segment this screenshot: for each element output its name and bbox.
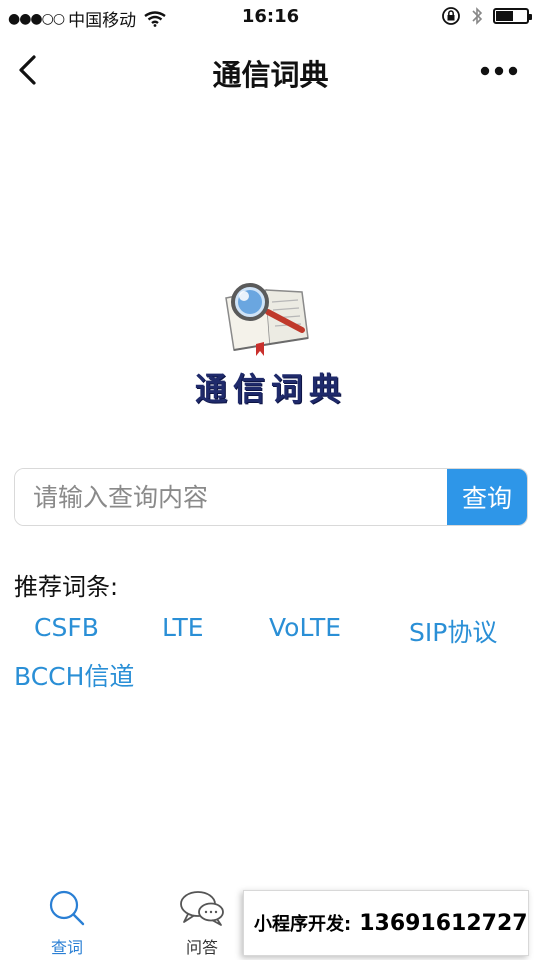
recommended-term-link[interactable]: LTE [162, 613, 204, 642]
recommended-term-link[interactable]: SIP协议 [409, 613, 497, 649]
search-box: 查询 [14, 468, 528, 526]
battery-level [496, 11, 513, 21]
search-button[interactable]: 查询 [447, 469, 527, 525]
search-icon [49, 890, 85, 926]
tab-query[interactable]: 查词 [22, 888, 112, 958]
recommended-heading: 推荐词条: [14, 573, 119, 601]
tab-qa-label: 问答 [185, 938, 218, 957]
bluetooth-icon [472, 7, 483, 25]
navigation-bar: 通信词典 [0, 36, 541, 106]
tab-qa[interactable]: 问答 [157, 888, 247, 958]
recommended-term-link[interactable]: VoLTE [269, 613, 341, 642]
status-right [441, 6, 532, 26]
battery-icon [493, 8, 532, 24]
logo-text: 通信词典 [194, 370, 347, 408]
status-bar: ●●●○○ 中国移动 16:16 [0, 0, 541, 36]
chat-bubbles-icon [180, 891, 224, 926]
recommended-term-link[interactable]: CSFB [34, 613, 99, 642]
tab-query-label: 查词 [50, 938, 83, 957]
search-input[interactable] [15, 469, 447, 525]
banner-phone: 13691612727 [359, 910, 528, 936]
recommended-term-link[interactable]: BCCH信道 [14, 657, 134, 693]
more-options-button[interactable] [479, 62, 519, 80]
book-magnifier-icon [225, 283, 309, 356]
orientation-lock-icon [442, 7, 460, 25]
page-title: 通信词典 [212, 58, 329, 92]
banner-label: 小程序开发: [254, 914, 352, 935]
app-logo: 通信词典 [186, 278, 356, 408]
developer-contact-banner: 小程序开发: 13691612727 [243, 890, 529, 956]
